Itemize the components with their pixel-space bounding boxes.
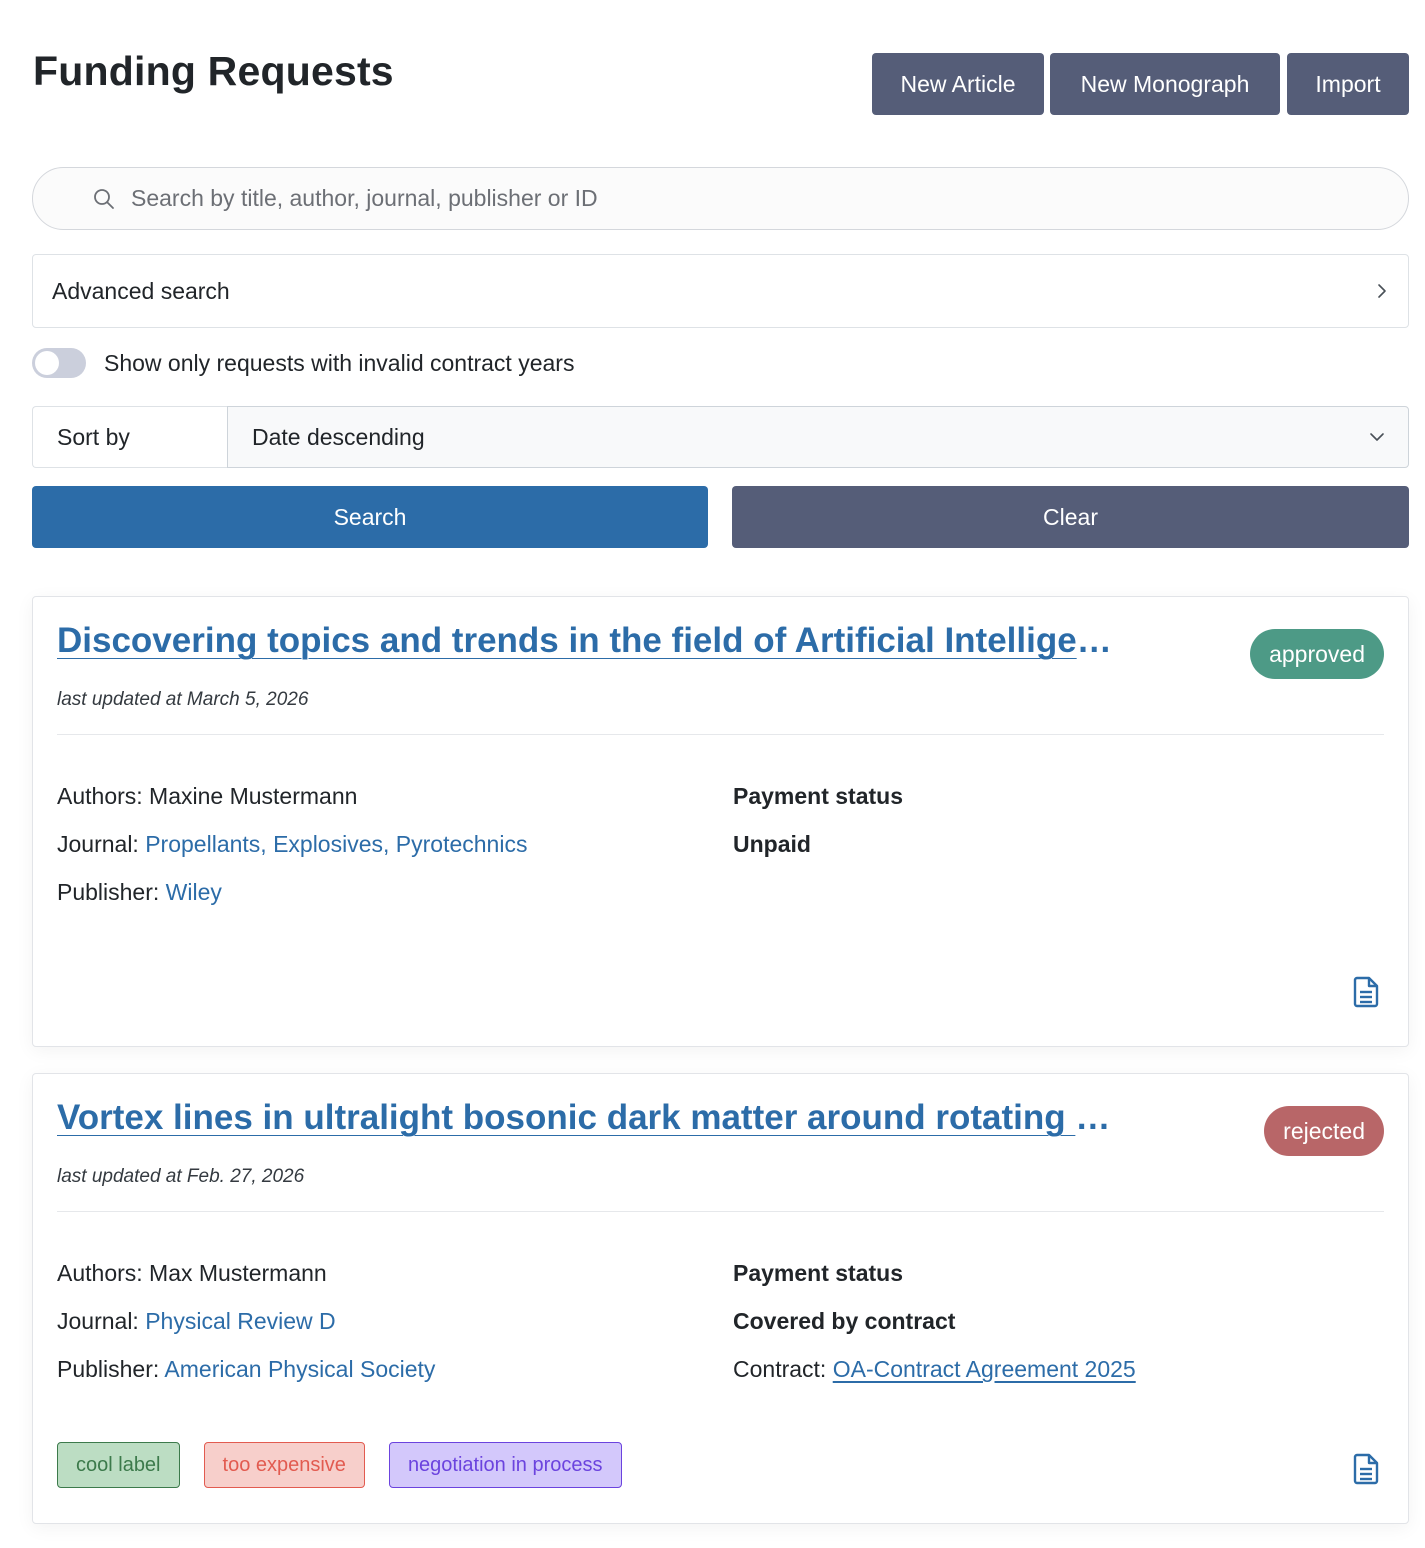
journal-row: Journal: Physical Review D <box>57 1308 435 1356</box>
advanced-search-toggle[interactable]: Advanced search <box>32 254 1409 328</box>
label-list: cool label too expensive negotiation in … <box>57 1442 622 1488</box>
card-divider <box>57 734 1384 735</box>
card-divider <box>57 1211 1384 1212</box>
sort-selected-value: Date descending <box>252 423 425 450</box>
last-updated: last updated at Feb. 27, 2026 <box>57 1166 305 1187</box>
publisher-row: Publisher: American Physical Society <box>57 1356 435 1404</box>
journal-link[interactable]: Physical Review D <box>145 1308 335 1334</box>
page-title: Funding Requests <box>33 48 394 94</box>
invalid-contract-toggle[interactable] <box>32 348 86 378</box>
chevron-right-icon <box>1378 284 1386 298</box>
search-bar <box>32 167 1409 230</box>
toggle-knob <box>35 351 59 375</box>
chevron-down-icon <box>1370 433 1384 441</box>
search-icon <box>94 188 114 209</box>
label-tag[interactable]: cool label <box>57 1442 180 1488</box>
contract-link[interactable]: OA-Contract Agreement 2025 <box>833 1356 1136 1382</box>
document-icon[interactable] <box>1352 1453 1380 1485</box>
label-tag[interactable]: too expensive <box>203 1442 365 1488</box>
new-article-button[interactable]: New Article <box>872 53 1044 115</box>
label-tag[interactable]: negotiation in process <box>388 1442 622 1488</box>
payment-status-label: Payment status <box>733 1260 904 1286</box>
authors-value: Max Mustermann <box>149 1260 327 1286</box>
request-details: Authors: Maxine Mustermann Journal: Prop… <box>57 783 527 927</box>
payment-details: Payment status Unpaid <box>733 783 903 879</box>
new-monograph-button[interactable]: New Monograph <box>1050 53 1280 115</box>
authors-value: Maxine Mustermann <box>149 783 358 809</box>
import-button[interactable]: Import <box>1287 53 1409 115</box>
sort-control: Sort by Date descending <box>32 406 1409 468</box>
publisher-link[interactable]: Wiley <box>166 879 222 905</box>
journal-link[interactable]: Propellants, Explosives, Pyrotechnics <box>145 831 527 857</box>
publisher-row: Publisher: Wiley <box>57 879 527 927</box>
authors-row: Authors: Max Mustermann <box>57 1260 435 1308</box>
journal-label: Journal: <box>57 1308 139 1334</box>
sort-select[interactable]: Date descending <box>227 406 1409 468</box>
journal-label: Journal: <box>57 831 139 857</box>
authors-row: Authors: Maxine Mustermann <box>57 783 527 831</box>
publisher-link[interactable]: American Physical Society <box>164 1356 435 1382</box>
contract-label: Contract: <box>733 1356 827 1382</box>
request-title-link[interactable]: Vortex lines in ultralight bosonic dark … <box>57 1098 1117 1138</box>
payment-status-value: Covered by contract <box>733 1308 956 1334</box>
authors-label: Authors: <box>57 1260 143 1286</box>
sort-label: Sort by <box>32 406 227 468</box>
search-button[interactable]: Search <box>32 486 708 548</box>
last-updated: last updated at March 5, 2026 <box>57 689 309 710</box>
publisher-label: Publisher: <box>57 1356 160 1382</box>
request-title-link[interactable]: Discovering topics and trends in the fie… <box>57 621 1117 661</box>
request-card: Discovering topics and trends in the fie… <box>32 596 1409 1047</box>
invalid-contract-toggle-label: Show only requests with invalid contract… <box>104 349 575 376</box>
journal-row: Journal: Propellants, Explosives, Pyrote… <box>57 831 527 879</box>
request-details: Authors: Max Mustermann Journal: Physica… <box>57 1260 435 1404</box>
payment-status-label: Payment status <box>733 783 904 809</box>
publisher-label: Publisher: <box>57 879 160 905</box>
status-badge: approved <box>1250 629 1384 679</box>
payment-details: Payment status Covered by contract Contr… <box>733 1260 1136 1404</box>
request-card: Vortex lines in ultralight bosonic dark … <box>32 1073 1409 1524</box>
advanced-search-label: Advanced search <box>52 277 230 304</box>
status-badge: rejected <box>1264 1106 1384 1156</box>
clear-button[interactable]: Clear <box>732 486 1409 548</box>
contract-row: Contract: OA-Contract Agreement 2025 <box>733 1356 1136 1404</box>
invalid-contract-filter: Show only requests with invalid contract… <box>32 348 574 378</box>
document-icon[interactable] <box>1352 976 1380 1008</box>
payment-status-value: Unpaid <box>733 831 811 857</box>
authors-label: Authors: <box>57 783 143 809</box>
search-input[interactable] <box>131 185 1408 212</box>
